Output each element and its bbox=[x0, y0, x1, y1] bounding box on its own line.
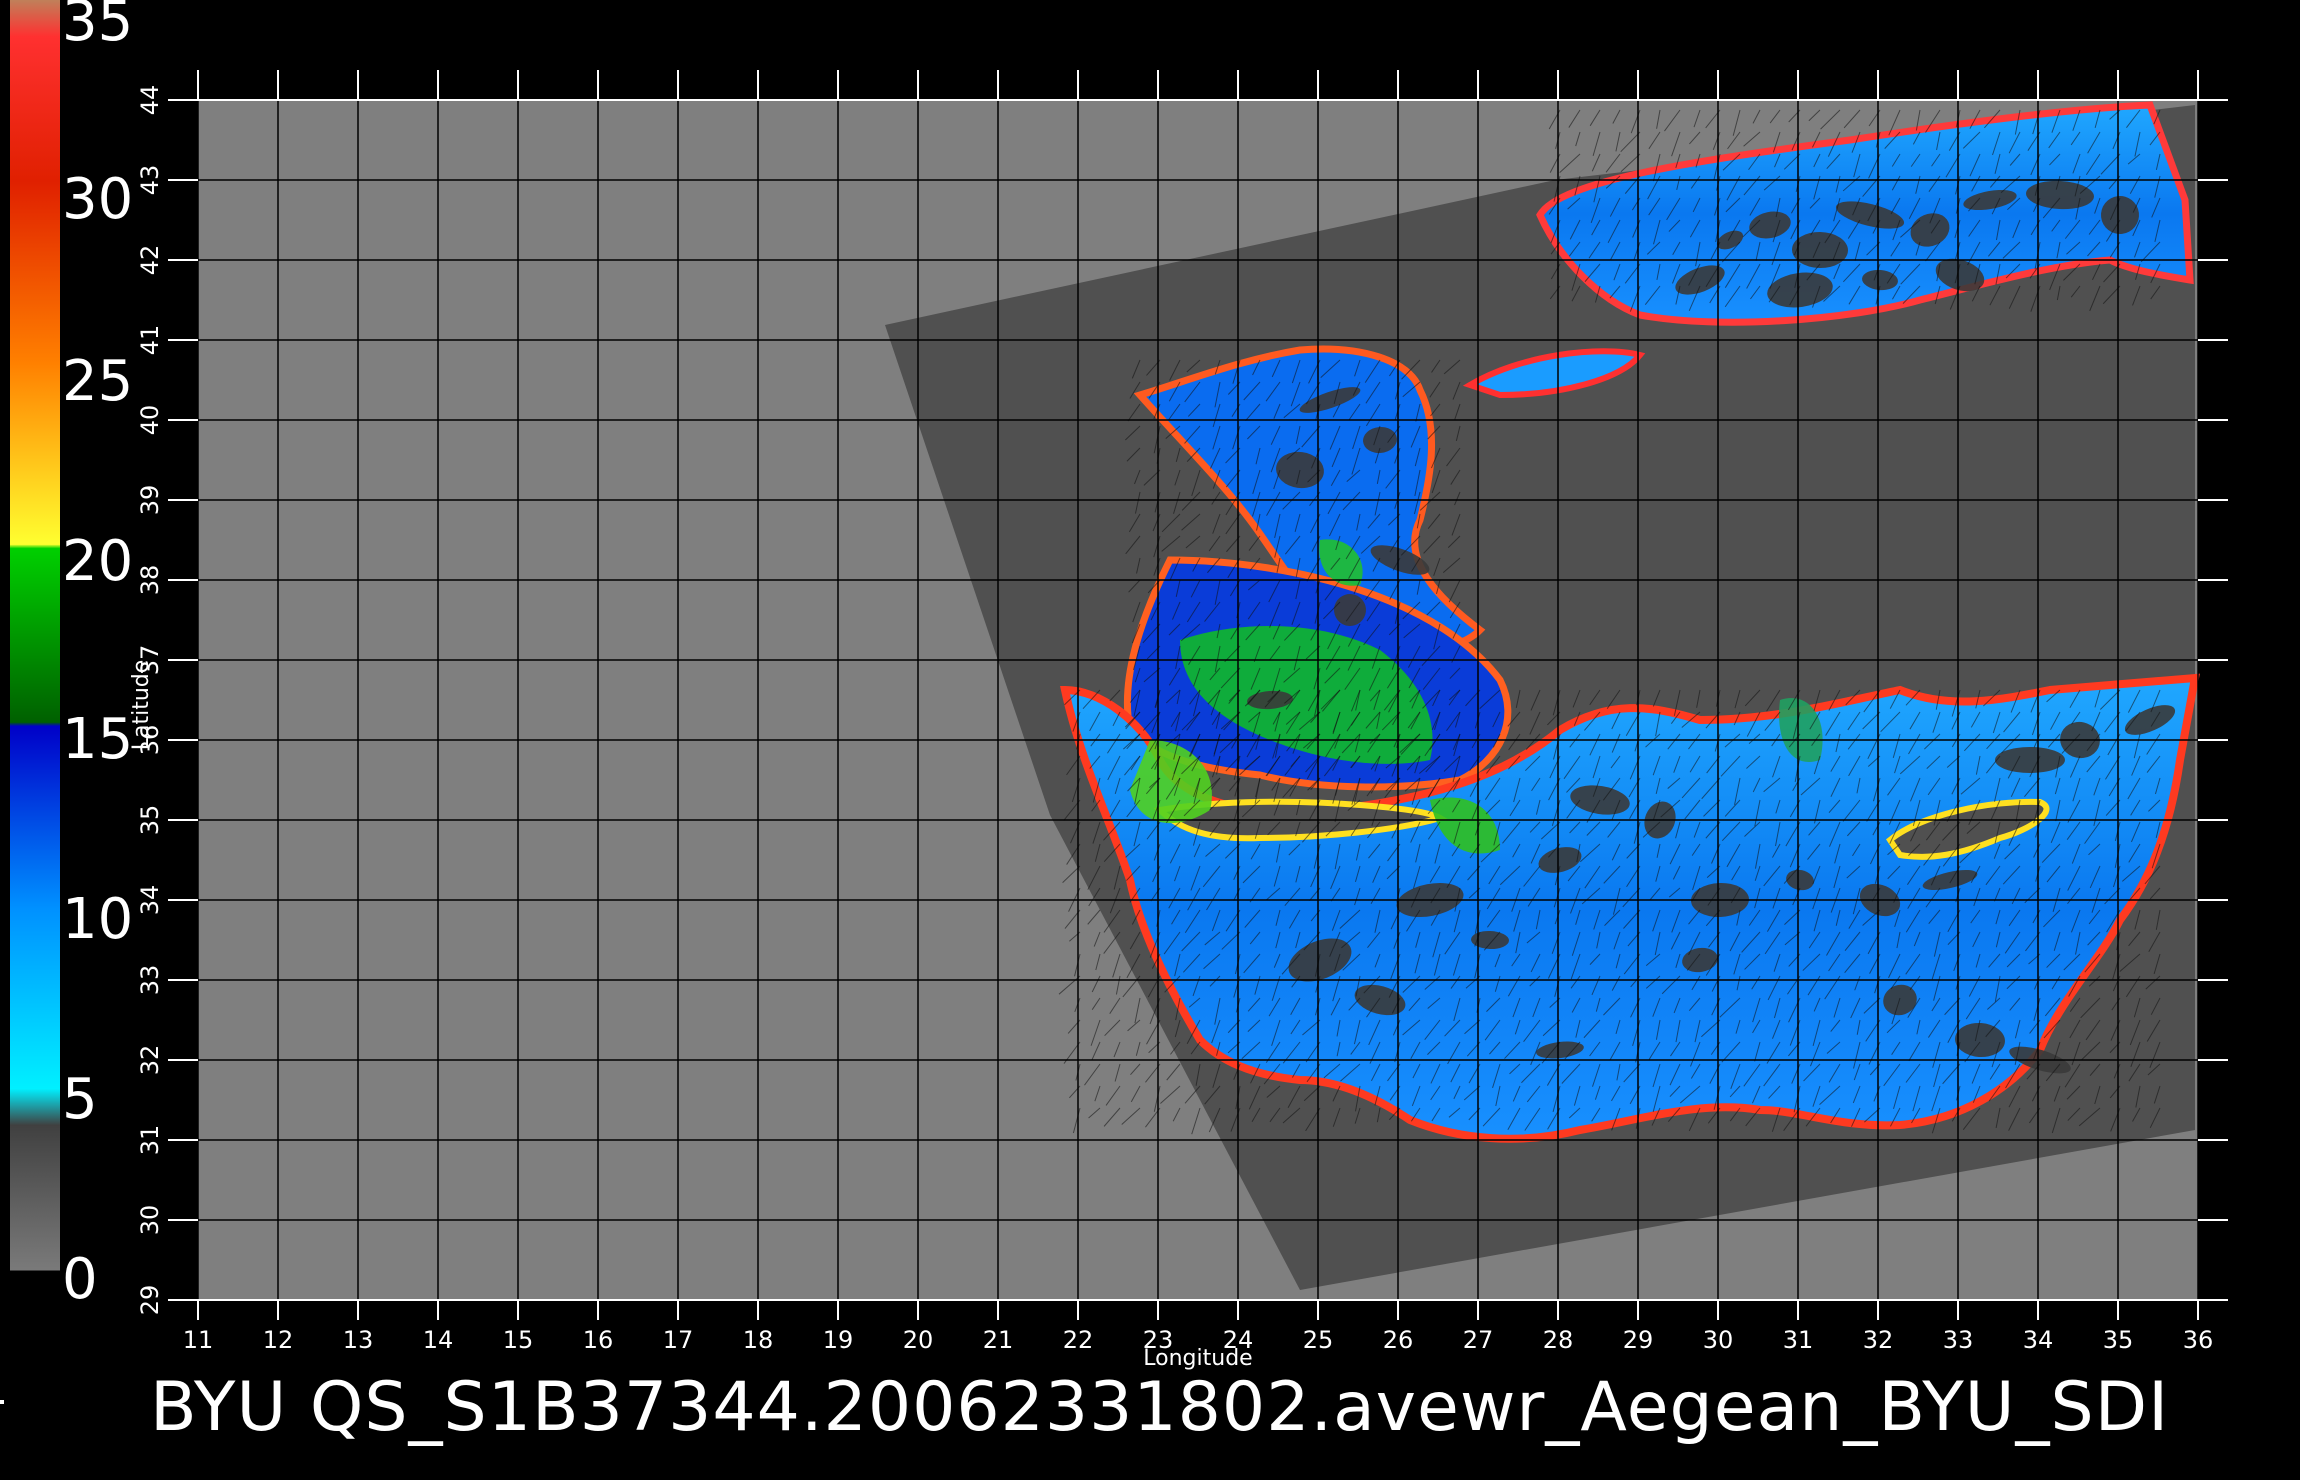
x-tick-label: 11 bbox=[183, 1326, 214, 1354]
x-tick-label: 27 bbox=[1463, 1326, 1494, 1354]
y-tick-label: 34 bbox=[136, 885, 164, 916]
colorbar-segment bbox=[10, 36, 60, 182]
colorbar-label: 25 bbox=[62, 349, 134, 414]
colorbar-segment bbox=[10, 0, 60, 37]
y-tick-label: 44 bbox=[136, 85, 164, 116]
colorbar-label: 30 bbox=[62, 167, 134, 232]
colorbar-label: 0 bbox=[62, 1247, 98, 1312]
map-figure: 11 12 13 14 15 16 17 18 19 20 21 22 23 24 25 26 27 28 29 30… bbox=[0, 0, 2300, 1480]
colorbar-label: 35 bbox=[62, 0, 134, 54]
x-tick-label: 26 bbox=[1383, 1326, 1414, 1354]
colorbar-segment bbox=[10, 547, 60, 723]
colorbar bbox=[10, 0, 60, 1271]
x-tick-label: 25 bbox=[1303, 1326, 1334, 1354]
y-tick-label: 31 bbox=[136, 1125, 164, 1156]
x-tick-label: 32 bbox=[1863, 1326, 1894, 1354]
colorbar-segment bbox=[10, 544, 60, 549]
map-plot: 11 12 13 14 15 16 17 18 19 20 21 22 23 24 25 26 27 28 29 30… bbox=[10, 0, 2228, 1371]
colorbar-segment bbox=[10, 907, 60, 1090]
colorbar-segment bbox=[10, 1124, 60, 1271]
y-tick-label: 38 bbox=[136, 565, 164, 596]
x-tick-label: 21 bbox=[983, 1326, 1014, 1354]
colorbar-label: 15 bbox=[62, 707, 134, 772]
y-tick-label: 42 bbox=[136, 245, 164, 276]
y-tick-label: 29 bbox=[136, 1285, 164, 1316]
x-tick-label: 17 bbox=[663, 1326, 694, 1354]
colorbar-segment bbox=[10, 181, 60, 364]
x-tick-label: 29 bbox=[1623, 1326, 1654, 1354]
x-tick-label: 19 bbox=[823, 1326, 854, 1354]
colorbar-label: 20 bbox=[62, 529, 134, 594]
x-tick-label: 14 bbox=[423, 1326, 454, 1354]
x-tick-label: 12 bbox=[263, 1326, 294, 1354]
colorbar-segment bbox=[10, 362, 60, 545]
x-tick-label: 33 bbox=[1943, 1326, 1974, 1354]
y-tick-label: 40 bbox=[136, 405, 164, 436]
x-tick-label: 30 bbox=[1703, 1326, 1734, 1354]
colorbar-label: 10 bbox=[62, 887, 134, 952]
colorbar-segment bbox=[10, 1088, 60, 1126]
y-tick-label: 35 bbox=[136, 805, 164, 836]
colorbar-segment bbox=[10, 722, 60, 727]
x-tick-label: 16 bbox=[583, 1326, 614, 1354]
edge-marker bbox=[0, 1400, 4, 1404]
y-tick-label: 39 bbox=[136, 485, 164, 516]
x-tick-label: 22 bbox=[1063, 1326, 1094, 1354]
y-tick-label: 32 bbox=[136, 1045, 164, 1076]
x-tick-label: 28 bbox=[1543, 1326, 1574, 1354]
x-tick-label: 15 bbox=[503, 1326, 534, 1354]
x-tick-label: 36 bbox=[2183, 1326, 2214, 1354]
x-tick-label: 35 bbox=[2103, 1326, 2134, 1354]
colorbar-segment bbox=[10, 725, 60, 908]
x-tick-label: 13 bbox=[343, 1326, 374, 1354]
y-tick-label: 43 bbox=[136, 165, 164, 196]
y-tick-label: 33 bbox=[136, 965, 164, 996]
colorbar-label: 5 bbox=[62, 1067, 98, 1132]
figure-caption: BYU QS_S1B37344.20062331802.avewr_Aegean… bbox=[150, 1368, 2170, 1447]
x-tick-label: 20 bbox=[903, 1326, 934, 1354]
y-tick-label: 30 bbox=[136, 1205, 164, 1236]
x-tick-label: 34 bbox=[2023, 1326, 2054, 1354]
rain-flag-patch bbox=[1995, 747, 2065, 773]
x-tick-label: 31 bbox=[1783, 1326, 1814, 1354]
x-tick-label: 18 bbox=[743, 1326, 774, 1354]
y-tick-label: 41 bbox=[136, 325, 164, 356]
